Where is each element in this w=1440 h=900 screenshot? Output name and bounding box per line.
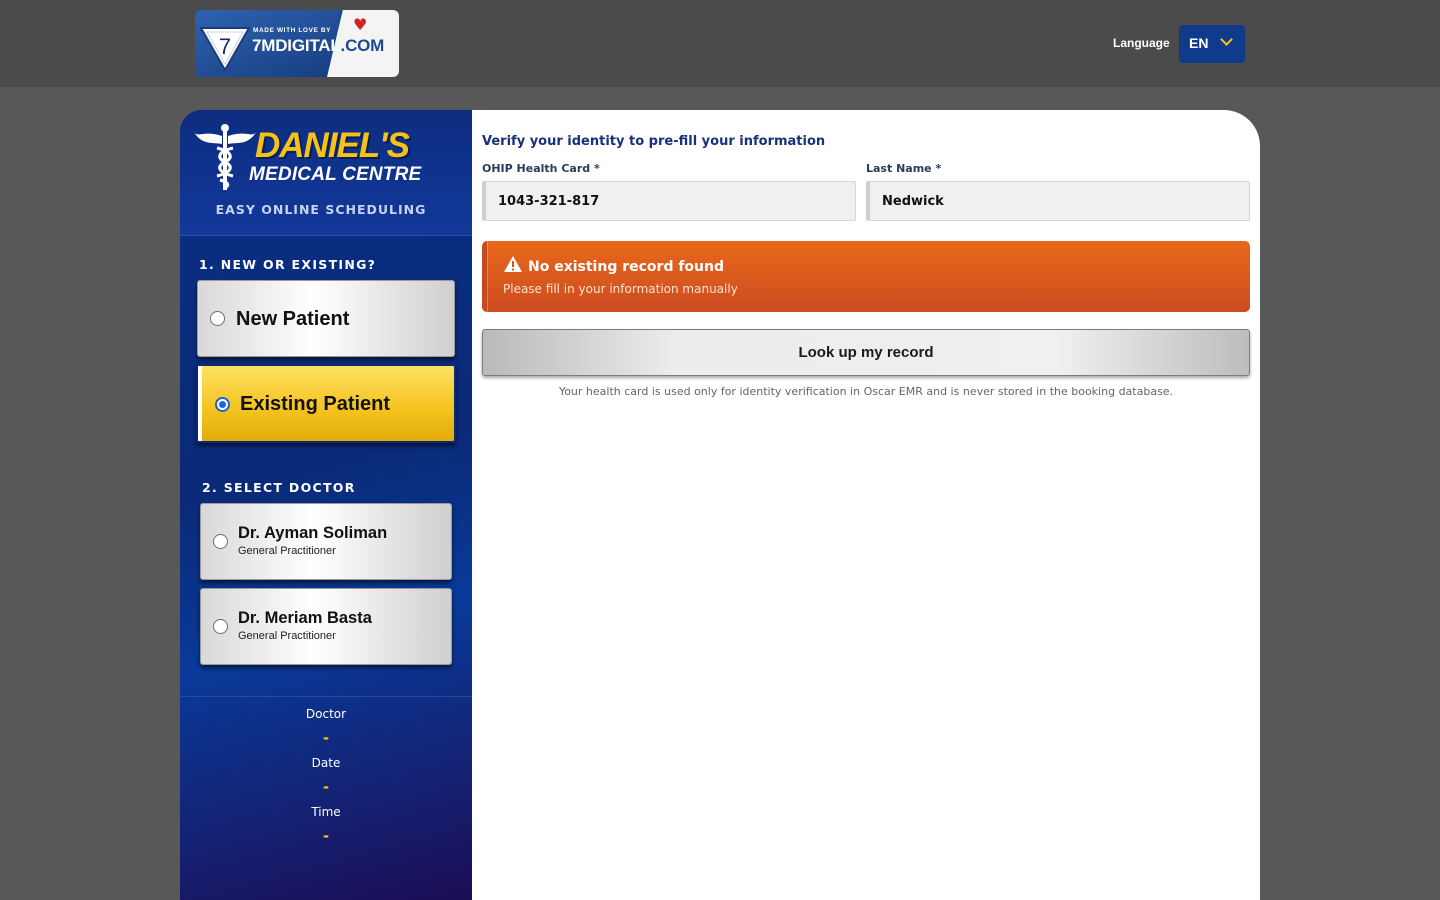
- summary-doctor-label: Doctor: [305, 707, 347, 721]
- selected-accent-bar: [198, 366, 202, 441]
- doctor-name: Dr. Meriam Basta: [238, 609, 372, 627]
- identity-panel: Verify your identity to pre-fill your in…: [472, 110, 1260, 900]
- summary-doctor-value: -: [322, 729, 330, 747]
- last-name-label: Last Name *: [866, 162, 942, 175]
- language-select[interactable]: EN: [1179, 25, 1245, 63]
- summary-time-value: -: [322, 827, 330, 845]
- new-patient-option[interactable]: New Patient: [197, 280, 455, 357]
- privacy-note: Your health card is used only for identi…: [558, 385, 1174, 398]
- verify-title: Verify your identity to pre-fill your in…: [482, 134, 826, 149]
- clinic-header: DANIEL'S MEDICAL CENTRE EASY ONLINE SCHE…: [180, 110, 472, 236]
- doctor-name: Dr. Ayman Soliman: [238, 524, 388, 542]
- look-up-record-button[interactable]: Look up my record: [482, 329, 1250, 376]
- booking-sidebar: DANIEL'S MEDICAL CENTRE EASY ONLINE SCHE…: [180, 110, 472, 900]
- badge-digit: 7: [219, 34, 231, 59]
- summary-date-value: -: [322, 778, 330, 796]
- summary-time-label: Time: [311, 805, 341, 819]
- new-patient-label: New Patient: [236, 308, 350, 330]
- new-patient-radio[interactable]: [210, 311, 225, 326]
- summary-date-label: Date: [311, 756, 341, 770]
- clinic-subtitle: MEDICAL CENTRE: [249, 164, 422, 185]
- language-label: Language: [1113, 36, 1170, 50]
- last-name-input[interactable]: Nedwick: [866, 181, 1250, 221]
- 7mdigital-badge[interactable]: 7 MADE WITH LOVE BY 7MDIGITAL.COM ♥: [195, 10, 399, 77]
- brand-main: 7MDIGITAL: [252, 36, 341, 55]
- health-card-label: OHIP Health Card *: [482, 162, 600, 175]
- existing-patient-option[interactable]: Existing Patient: [196, 364, 456, 443]
- doctor-specialty: General Practitioner: [238, 630, 336, 642]
- language-value: EN: [1189, 35, 1209, 51]
- chevron-down-icon: [1220, 33, 1233, 46]
- top-bar: 7 MADE WITH LOVE BY 7MDIGITAL.COM ♥ Lang…: [0, 0, 1440, 87]
- health-card-input[interactable]: 1043-321-817: [482, 181, 856, 221]
- clinic-tagline: EASY ONLINE SCHEDULING: [215, 202, 427, 217]
- doctor-specialty: General Practitioner: [238, 545, 336, 557]
- doctor-option[interactable]: Dr. Meriam Basta General Practitioner: [200, 588, 452, 665]
- brand-tld: .COM: [340, 36, 385, 55]
- heart-icon: ♥: [353, 15, 368, 34]
- existing-patient-label: Existing Patient: [240, 393, 391, 415]
- alert-title: No existing record found: [528, 259, 724, 275]
- warning-icon: [504, 256, 522, 272]
- existing-patient-radio[interactable]: [215, 397, 230, 412]
- summary-divider: [180, 696, 472, 697]
- brand-tagline: MADE WITH LOVE BY: [253, 27, 332, 34]
- triangle-7-icon: 7: [199, 27, 251, 72]
- doctor-radio[interactable]: [213, 534, 228, 549]
- doctor-option[interactable]: Dr. Ayman Soliman General Practitioner: [200, 503, 452, 580]
- section-new-or-existing-title: 1. NEW OR EXISTING?: [199, 257, 377, 272]
- brand-name: 7MDIGITAL.COM: [252, 36, 384, 56]
- alert-message: Please fill in your information manually: [503, 282, 738, 296]
- no-record-alert: No existing record found Please fill in …: [482, 241, 1250, 312]
- doctor-radio[interactable]: [213, 619, 228, 634]
- section-select-doctor-title: 2. SELECT DOCTOR: [202, 480, 356, 495]
- clinic-name: DANIEL'S: [255, 126, 410, 165]
